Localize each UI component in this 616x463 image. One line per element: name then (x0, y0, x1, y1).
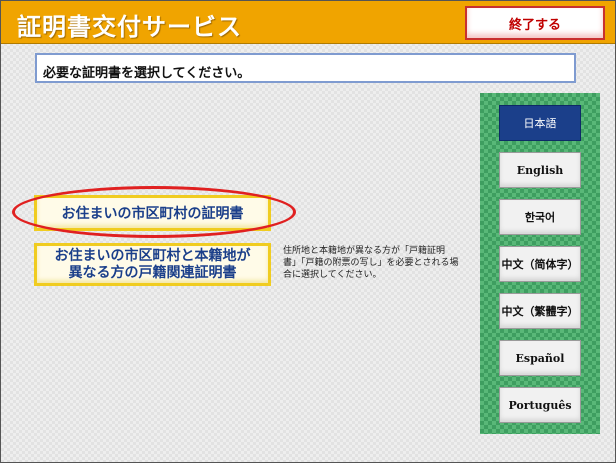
resident-certificate-button[interactable]: お住まいの市区町村の証明書 (34, 195, 271, 231)
family-register-certificate-label: お住まいの市区町村と本籍地が 異なる方の戸籍関連証明書 (54, 247, 251, 281)
language-button-chinese-simplified[interactable]: 中文（简体字） (499, 246, 581, 282)
end-button[interactable]: 終了する (465, 6, 605, 40)
family-register-certificate-button[interactable]: お住まいの市区町村と本籍地が 異なる方の戸籍関連証明書 (34, 243, 271, 286)
resident-certificate-label: お住まいの市区町村の証明書 (61, 206, 244, 222)
language-button-japanese[interactable]: 日本語 (499, 105, 581, 141)
language-button-spanish[interactable]: Español (499, 340, 581, 376)
header-bar: 証明書交付サービス 終了する (1, 1, 615, 44)
family-register-note: 住所地と本籍地が異なる方が「戸籍証明書」「戸籍の附票の写し」を必要とされる場合に… (283, 246, 459, 280)
instruction-box: 必要な証明書を選択してください。 (35, 53, 576, 83)
language-button-korean[interactable]: 한국어 (499, 199, 581, 235)
language-panel: 日本語 English 한국어 中文（简体字） 中文（繁體字） Español … (480, 93, 600, 434)
language-button-portuguese[interactable]: Português (499, 387, 581, 423)
language-button-chinese-traditional[interactable]: 中文（繁體字） (499, 293, 581, 329)
app-title: 証明書交付サービス (17, 13, 242, 41)
language-button-english[interactable]: English (499, 152, 581, 188)
